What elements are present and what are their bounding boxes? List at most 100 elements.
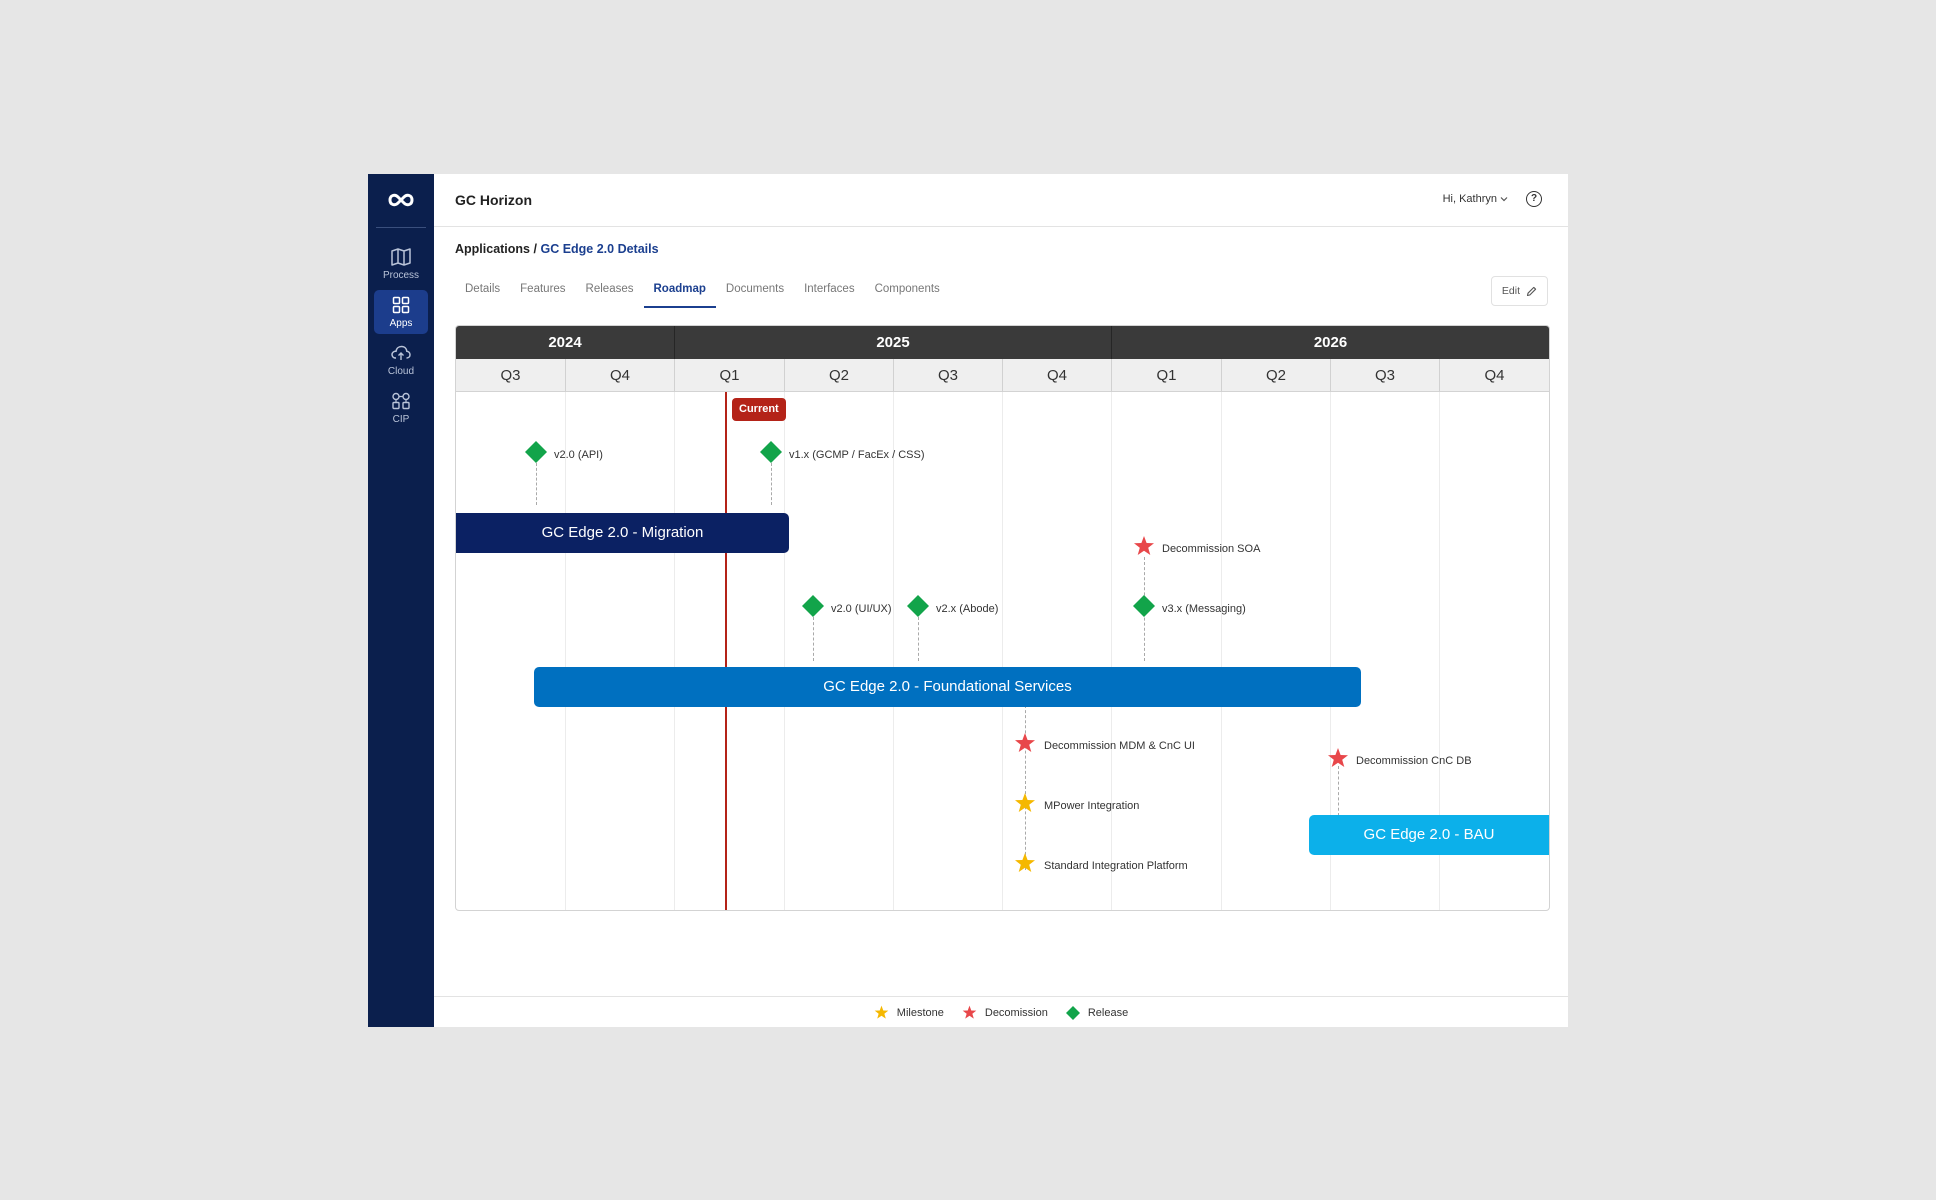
sidebar-item-label: Cloud: [387, 366, 415, 377]
grid-line: [1221, 392, 1222, 910]
top-bar: GC Horizon Hi, Kathryn ?: [434, 174, 1568, 227]
sidebar-item-label: CIP: [392, 414, 410, 425]
help-icon[interactable]: ?: [1526, 191, 1542, 207]
marker-stem: [536, 463, 537, 505]
roadmap-bar-bau[interactable]: GC Edge 2.0 - BAU: [1309, 815, 1549, 855]
chevron-down-icon: [1500, 197, 1508, 202]
legend-label: Milestone: [896, 1006, 944, 1019]
sidebar-divider: [376, 227, 426, 228]
legend-item-decommission: Decomission: [962, 1005, 1048, 1020]
sidebar-item-label: Apps: [389, 318, 413, 329]
sidebar-item-cip[interactable]: CIP: [374, 386, 428, 430]
marker-label: v2.0 (API): [554, 449, 603, 461]
marker-stem: [1338, 766, 1339, 816]
decommission-star-icon[interactable]: [1014, 732, 1036, 754]
breadcrumb-current: GC Edge 2.0 Details: [540, 242, 659, 256]
cloud-icon: [391, 345, 411, 360]
quarter-header: Q1: [674, 359, 784, 392]
quarter-header: Q4: [1439, 359, 1549, 392]
marker-label: v2.x (Abode): [936, 603, 999, 615]
legend-item-release: Release: [1065, 1005, 1129, 1020]
tab-releases[interactable]: Releases: [576, 272, 644, 306]
decommission-star-icon: [962, 1005, 977, 1019]
roadmap-bar-foundational-services[interactable]: GC Edge 2.0 - Foundational Services: [534, 667, 1361, 707]
tab-roadmap[interactable]: Roadmap: [643, 272, 717, 308]
sidebar-item-apps[interactable]: Apps: [374, 290, 428, 334]
modules-icon: [392, 392, 410, 410]
legend-label: Release: [1087, 1006, 1129, 1019]
quarter-header: Q3: [893, 359, 1002, 392]
year-header: 2025: [674, 326, 1111, 359]
marker-label: v2.0 (UI/UX): [831, 603, 892, 615]
marker-stem: [1025, 700, 1026, 870]
legend-item-milestone: Milestone: [874, 1005, 944, 1020]
sidebar: Process Apps Cloud CIP: [368, 174, 434, 1027]
marker-label: Decommission MDM & CnC UI: [1044, 740, 1195, 752]
milestone-star-icon: [874, 1005, 889, 1019]
quarter-header: Q3: [500, 367, 521, 384]
grid-line: [674, 392, 675, 910]
quarter-header: Q4: [565, 359, 674, 392]
release-diamond-icon[interactable]: [525, 441, 547, 463]
release-diamond-icon: [1065, 1005, 1080, 1020]
current-date-line: [725, 392, 727, 910]
sidebar-item-cloud[interactable]: Cloud: [374, 338, 428, 382]
tab-documents[interactable]: Documents: [716, 272, 794, 306]
quarter-header: Q1: [1111, 359, 1221, 392]
milestone-star-icon[interactable]: [1014, 792, 1036, 814]
roadmap-bar-migration[interactable]: GC Edge 2.0 - Migration: [456, 513, 789, 553]
legend: Milestone Decomission Release: [434, 996, 1568, 1028]
quarter-header-row: Q3 Q4 Q1 Q2 Q3 Q4 Q1 Q2 Q3 Q4: [456, 359, 1549, 392]
logo-icon: [388, 193, 414, 207]
map-icon: [391, 248, 411, 266]
marker-stem: [813, 617, 814, 661]
edit-button[interactable]: Edit: [1490, 276, 1548, 306]
release-diamond-icon[interactable]: [760, 441, 782, 463]
tab-features[interactable]: Features: [510, 272, 575, 306]
tab-bar: Details Features Releases Roadmap Docume…: [455, 272, 950, 308]
app-window: Process Apps Cloud CIP GC Horizon Hi, Ka…: [368, 174, 1568, 1027]
grid-line: [1002, 392, 1003, 910]
marker-label: v3.x (Messaging): [1162, 603, 1246, 615]
tab-components[interactable]: Components: [865, 272, 950, 306]
release-diamond-icon[interactable]: [802, 595, 824, 617]
app-title: GC Horizon: [455, 192, 532, 208]
marker-label: MPower Integration: [1044, 800, 1140, 812]
year-header: 2026: [1111, 326, 1549, 359]
breadcrumb-separator: /: [533, 242, 537, 256]
tab-interfaces[interactable]: Interfaces: [794, 272, 865, 306]
main-content: GC Horizon Hi, Kathryn ? Applications / …: [434, 174, 1568, 1027]
user-greeting: Hi, Kathryn: [1442, 193, 1497, 205]
year-header: 2024: [548, 334, 582, 351]
breadcrumb: Applications / GC Edge 2.0 Details: [455, 242, 659, 256]
logo: [368, 174, 434, 226]
marker-label: Standard Integration Platform: [1044, 860, 1188, 872]
marker-stem: [771, 463, 772, 505]
marker-label: Decommission CnC DB: [1356, 755, 1472, 767]
legend-label: Decomission: [984, 1006, 1048, 1019]
quarter-header: Q2: [784, 359, 893, 392]
release-diamond-icon[interactable]: [907, 595, 929, 617]
quarter-header: Q4: [1002, 359, 1111, 392]
quarter-header: Q2: [1221, 359, 1330, 392]
decommission-star-icon[interactable]: [1133, 535, 1155, 557]
year-header-row: 2024 2025 2026: [456, 326, 1549, 359]
pencil-icon: [1526, 286, 1537, 296]
user-menu[interactable]: Hi, Kathryn: [1443, 193, 1508, 205]
breadcrumb-parent[interactable]: Applications: [455, 242, 530, 256]
sidebar-item-process[interactable]: Process: [374, 242, 428, 286]
quarter-header: Q3: [1330, 359, 1439, 392]
grid-line: [893, 392, 894, 910]
decommission-star-icon[interactable]: [1327, 747, 1349, 769]
marker-label: Decommission SOA: [1162, 543, 1261, 555]
tab-details[interactable]: Details: [455, 272, 510, 306]
grid-line: [565, 392, 566, 910]
grid-icon: [392, 296, 410, 314]
release-diamond-icon[interactable]: [1133, 595, 1155, 617]
marker-stem: [918, 617, 919, 661]
current-date-badge: Current: [732, 398, 786, 421]
grid-line: [784, 392, 785, 910]
milestone-star-icon[interactable]: [1014, 852, 1036, 874]
edit-button-label: Edit: [1501, 285, 1520, 297]
marker-label: v1.x (GCMP / FacEx / CSS): [789, 449, 925, 461]
